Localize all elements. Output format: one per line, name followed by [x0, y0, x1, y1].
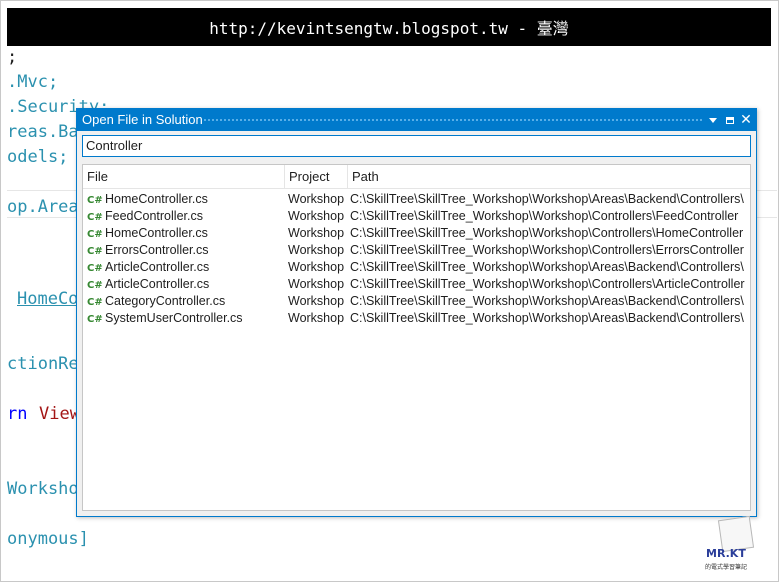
project-cell: Workshop	[288, 226, 345, 240]
list-item[interactable]: C# ErrorsController.cs Workshop C:\SkillT…	[83, 242, 750, 259]
logo-text: MR.KT	[706, 547, 746, 560]
csharp-file-icon: C#	[87, 212, 103, 223]
banner-text: http://kevintsengtw.blogspot.tw - 臺灣	[209, 19, 569, 38]
open-file-dialog: Open File in Solution ✕ Controller File …	[76, 108, 757, 517]
close-icon: ✕	[740, 112, 752, 128]
file-name: HomeController.cs	[105, 192, 208, 206]
dialog-titlebar[interactable]: Open File in Solution ✕	[77, 109, 756, 131]
project-cell: Workshop	[288, 311, 345, 325]
list-item[interactable]: C# FeedController.cs Workshop C:\SkillTre…	[83, 208, 750, 225]
project-cell: Workshop	[288, 192, 345, 206]
project-cell: Workshop	[288, 294, 345, 308]
file-cell: C# ArticleController.cs	[87, 276, 283, 294]
csharp-file-icon: C#	[87, 229, 103, 240]
search-input-value: Controller	[86, 138, 143, 153]
list-item[interactable]: C# CategoryController.cs Workshop C:\Skil…	[83, 293, 750, 310]
code-line: op.Area	[7, 197, 79, 217]
path-cell: C:\SkillTree\SkillTree_Workshop\Workshop…	[350, 192, 744, 206]
column-header-project[interactable]: Project	[285, 165, 348, 188]
file-name: SystemUserController.cs	[105, 311, 243, 325]
chevron-down-icon	[709, 117, 717, 123]
csharp-file-icon: C#	[87, 297, 103, 308]
screenshot-frame: http://kevintsengtw.blogspot.tw - 臺灣 ; .…	[0, 0, 779, 582]
dialog-title: Open File in Solution	[82, 112, 203, 127]
url-banner: http://kevintsengtw.blogspot.tw - 臺灣	[7, 8, 771, 46]
code-line: HomeCo	[17, 289, 79, 309]
path-cell: C:\SkillTree\SkillTree_Workshop\Workshop…	[350, 243, 744, 257]
code-line: onymous]	[7, 529, 89, 549]
csharp-file-icon: C#	[87, 263, 103, 274]
path-cell: C:\SkillTree\SkillTree_Workshop\Workshop…	[350, 294, 744, 308]
file-cell: C# HomeController.cs	[87, 225, 283, 243]
list-rows: C# HomeController.cs Workshop C:\SkillTre…	[83, 191, 750, 327]
project-cell: Workshop	[288, 209, 345, 223]
list-item[interactable]: C# SystemUserController.cs Workshop C:\Sk…	[83, 310, 750, 327]
titlebar-grip	[203, 118, 702, 123]
file-name: CategoryController.cs	[105, 294, 226, 308]
column-header-file[interactable]: File	[83, 165, 285, 188]
project-cell: Workshop	[288, 277, 345, 291]
csharp-file-icon: C#	[87, 314, 103, 325]
close-button[interactable]: ✕	[738, 111, 754, 129]
file-name: ArticleController.cs	[105, 277, 210, 291]
path-cell: C:\SkillTree\SkillTree_Workshop\Workshop…	[350, 277, 745, 291]
path-cell: C:\SkillTree\SkillTree_Workshop\Workshop…	[350, 226, 744, 240]
code-line: View	[39, 404, 80, 424]
file-cell: C# HomeController.cs	[87, 191, 283, 209]
code-keyword: rn	[7, 404, 28, 424]
code-line: .Mvc;	[7, 72, 59, 92]
csharp-file-icon: C#	[87, 195, 103, 206]
code-line: reas.Ba	[7, 122, 79, 142]
path-cell: C:\SkillTree\SkillTree_Workshop\Workshop…	[350, 260, 744, 274]
project-cell: Workshop	[288, 243, 345, 257]
file-results-list[interactable]: File Project Path C# HomeController.cs Wo…	[82, 164, 751, 511]
project-cell: Workshop	[288, 260, 345, 274]
csharp-file-icon: C#	[87, 280, 103, 291]
window-dropdown-button[interactable]	[705, 111, 721, 129]
file-cell: C# SystemUserController.cs	[87, 310, 283, 328]
file-name: ArticleController.cs	[105, 260, 210, 274]
file-name: HomeController.cs	[105, 226, 208, 240]
file-cell: C# ErrorsController.cs	[87, 242, 283, 260]
list-item[interactable]: C# HomeController.cs Workshop C:\SkillTre…	[83, 225, 750, 242]
path-cell: C:\SkillTree\SkillTree_Workshop\Workshop…	[350, 311, 744, 325]
maximize-icon	[726, 116, 734, 124]
path-cell: C:\SkillTree\SkillTree_Workshop\Workshop…	[350, 209, 739, 223]
search-input[interactable]: Controller	[82, 135, 751, 157]
file-name: FeedController.cs	[105, 209, 203, 223]
list-item[interactable]: C# HomeController.cs Workshop C:\SkillTre…	[83, 191, 750, 208]
column-header-path[interactable]: Path	[348, 165, 748, 188]
code-line: odels;	[7, 147, 69, 167]
code-line: ctionRe	[7, 354, 79, 374]
mrkt-logo: MR.KT 的電式學習筆記	[703, 515, 761, 578]
list-item[interactable]: C# ArticleController.cs Workshop C:\Skill…	[83, 276, 750, 293]
file-cell: C# FeedController.cs	[87, 208, 283, 226]
csharp-file-icon: C#	[87, 246, 103, 257]
file-cell: C# CategoryController.cs	[87, 293, 283, 311]
list-header: File Project Path	[83, 165, 750, 189]
file-cell: C# ArticleController.cs	[87, 259, 283, 277]
file-name: ErrorsController.cs	[105, 243, 209, 257]
maximize-button[interactable]	[722, 111, 738, 129]
list-item[interactable]: C# ArticleController.cs Workshop C:\Skill…	[83, 259, 750, 276]
logo-subtitle: 的電式學習筆記	[705, 564, 748, 571]
code-line: ;	[7, 47, 18, 67]
